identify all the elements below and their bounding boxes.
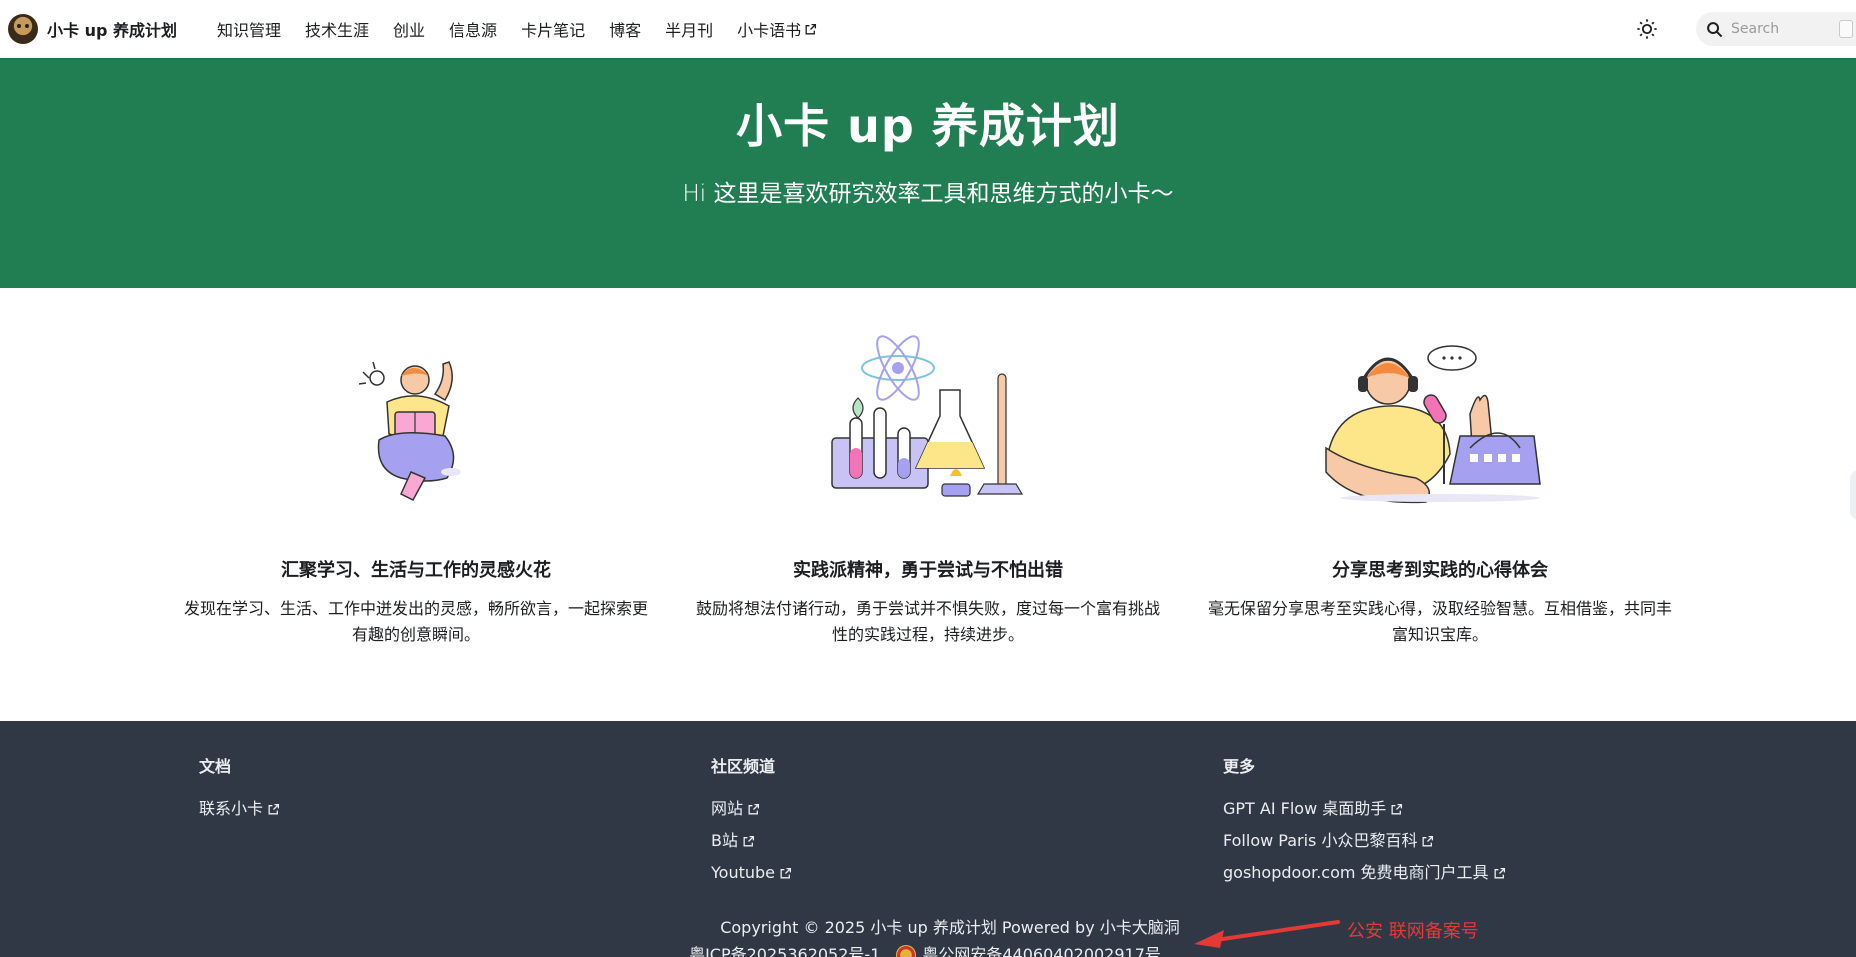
- nav-link-biweekly[interactable]: 半月刊: [653, 17, 725, 41]
- footer-column-community: 社区频道 网站 B站 Youtube: [711, 753, 1223, 889]
- nav-link-knowledge[interactable]: 知识管理: [205, 17, 293, 41]
- feature-card: 实践派精神，勇于尝试与不怕出错 鼓励将想法付诸行动，勇于尝试并不惧失败，度过每一…: [672, 335, 1184, 721]
- nav-right: [1632, 12, 1856, 46]
- footer-link-goshopdoor[interactable]: goshopdoor.com 免费电商门户工具: [1223, 857, 1735, 889]
- beian-line: 粤ICP备2025362052号-1 粤公网安备44060402002917号: [689, 941, 1161, 957]
- feature-card: 汇聚学习、生活与工作的灵感火花 发现在学习、生活、工作中迸发出的灵感，畅所欲言，…: [160, 354, 672, 721]
- feature-title: 汇聚学习、生活与工作的灵感火花: [281, 560, 551, 581]
- side-tab[interactable]: [1850, 470, 1856, 520]
- nav-links: 知识管理 技术生涯 创业 信息源 卡片笔记 博客 半月刊 小卡语书: [205, 17, 829, 41]
- footer-link-bilibili[interactable]: B站: [711, 825, 1223, 857]
- footer-link-label: goshopdoor.com 免费电商门户工具: [1223, 863, 1489, 882]
- external-link-icon: [268, 803, 280, 814]
- footer: 文档 联系小卡 社区频道 网站 B站 Youtube 更多 GPT AI Flo…: [0, 721, 1856, 957]
- sun-icon: [1637, 19, 1657, 39]
- external-link-icon: [805, 23, 817, 34]
- feature-card: 分享思考到实践的心得体会 毫无保留分享思考至实践心得，汲取经验智慧。互相借鉴，共…: [1184, 345, 1696, 721]
- feature-description: 毫无保留分享思考至实践心得，汲取经验智慧。互相借鉴，共同丰富知识宝库。: [1207, 599, 1672, 644]
- footer-link-label: B站: [711, 831, 738, 850]
- nav-link-language-book[interactable]: 小卡语书: [725, 17, 829, 41]
- nav-link-language-book-label: 小卡语书: [737, 21, 802, 40]
- footer-link-label: 网站: [711, 799, 744, 818]
- features-section: 汇聚学习、生活与工作的灵感火花 发现在学习、生活、工作中迸发出的灵感，畅所欲言，…: [0, 288, 1856, 721]
- footer-link-label: Youtube: [711, 863, 775, 882]
- footer-bottom: Copyright © 2025 小卡 up 养成计划 Powered by 小…: [0, 914, 1856, 957]
- footer-link-gpt-ai-flow[interactable]: GPT AI Flow 桌面助手: [1223, 793, 1735, 825]
- external-link-icon: [743, 835, 755, 846]
- feature-description: 发现在学习、生活、工作中迸发出的灵感，畅所欲言，一起探索更有趣的创意瞬间。: [183, 599, 648, 644]
- police-beian-link[interactable]: 粤公网安备44060402002917号: [922, 941, 1161, 957]
- feature-title: 实践派精神，勇于尝试与不怕出错: [793, 560, 1063, 581]
- police-badge-icon: [896, 944, 917, 957]
- reading-person-illustration: [178, 354, 654, 504]
- brand-title: 小卡 up 养成计划: [47, 21, 177, 40]
- footer-link-youtube[interactable]: Youtube: [711, 857, 1223, 889]
- footer-columns: 文档 联系小卡 社区频道 网站 B站 Youtube 更多 GPT AI Flo…: [0, 721, 1856, 889]
- hero-banner: 小卡 up 养成计划 Hi 这里是喜欢研究效率工具和思维方式的小卡～: [0, 58, 1856, 288]
- external-link-icon: [1422, 835, 1434, 846]
- external-link-icon: [1494, 867, 1505, 878]
- hero-subtitle: Hi 这里是喜欢研究效率工具和思维方式的小卡～: [682, 181, 1174, 207]
- science-lab-illustration: [690, 335, 1166, 504]
- footer-link-label: GPT AI Flow 桌面助手: [1223, 799, 1387, 818]
- footer-link-website[interactable]: 网站: [711, 793, 1223, 825]
- footer-column-title: 文档: [199, 757, 232, 776]
- theme-toggle-button[interactable]: [1632, 14, 1662, 44]
- nav-link-blog[interactable]: 博客: [597, 17, 653, 41]
- search-input[interactable]: [1731, 21, 1831, 37]
- search-icon: [1707, 21, 1723, 37]
- footer-link-label: Follow Paris 小众巴黎百科: [1223, 831, 1418, 850]
- footer-column-docs: 文档 联系小卡: [199, 753, 711, 889]
- navbar: 小卡 up 养成计划 知识管理 技术生涯 创业 信息源 卡片笔记 博客 半月刊 …: [0, 0, 1856, 58]
- footer-column-more: 更多 GPT AI Flow 桌面助手 Follow Paris 小众巴黎百科 …: [1223, 753, 1735, 889]
- brand-logo: [8, 14, 38, 44]
- feature-title: 分享思考到实践的心得体会: [1332, 560, 1548, 581]
- red-arrow-annotation: [1194, 920, 1340, 948]
- footer-link-contact[interactable]: 联系小卡: [199, 793, 711, 825]
- copyright-text: Copyright © 2025 小卡 up 养成计划 Powered by 小…: [720, 918, 1180, 937]
- nav-link-card-notes[interactable]: 卡片笔记: [509, 17, 597, 41]
- hero-title: 小卡 up 养成计划: [736, 99, 1120, 153]
- footer-link-label: 联系小卡: [199, 799, 264, 818]
- search-box[interactable]: [1696, 12, 1856, 46]
- external-link-icon: [748, 803, 760, 814]
- footer-link-follow-paris[interactable]: Follow Paris 小众巴黎百科: [1223, 825, 1735, 857]
- annotation-label: 公安 联网备案号: [1347, 921, 1479, 942]
- nav-link-career[interactable]: 技术生涯: [293, 17, 381, 41]
- feature-description: 鼓励将想法付诸行动，勇于尝试并不惧失败，度过每一个富有挑战性的实践过程，持续进步…: [695, 599, 1160, 644]
- footer-column-title: 更多: [1223, 757, 1256, 776]
- icp-link[interactable]: 粤ICP备2025362052号-1: [689, 941, 880, 957]
- podcast-person-illustration: [1202, 345, 1678, 504]
- search-shortcut-key: [1839, 20, 1853, 38]
- footer-column-title: 社区频道: [711, 757, 776, 776]
- external-link-icon: [780, 867, 792, 878]
- nav-link-sources[interactable]: 信息源: [437, 17, 509, 41]
- nav-link-startup[interactable]: 创业: [381, 17, 437, 41]
- brand-link[interactable]: 小卡 up 养成计划: [8, 14, 177, 44]
- external-link-icon: [1391, 803, 1403, 814]
